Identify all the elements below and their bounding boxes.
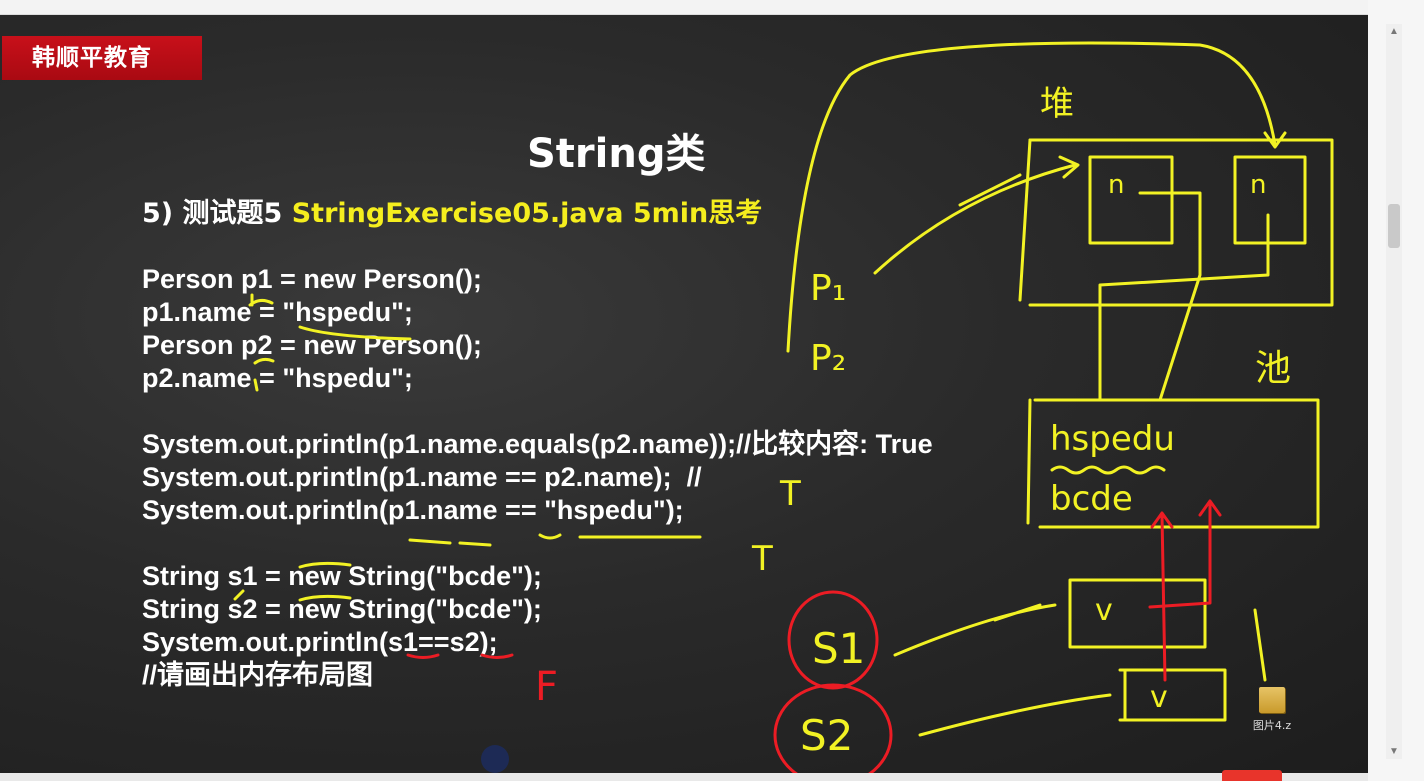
window-top-bar	[0, 0, 1424, 15]
code-line: //请画出内存布局图	[142, 660, 374, 690]
s1-label: S1	[812, 624, 865, 673]
value-field-s1: v	[1095, 593, 1113, 628]
heap-object-p1	[1088, 155, 1174, 245]
answer-t1: T	[779, 474, 801, 514]
scroll-up-icon[interactable]: ▲	[1389, 26, 1399, 37]
slide-canvas: 韩顺平教育 String类 5) 测试题5 StringExercise05.j…	[0, 15, 1368, 773]
pool-box	[1033, 398, 1320, 529]
exercise-heading: 5) 测试题5 StringExercise05.java 5min思考	[142, 191, 762, 230]
folder-icon	[1259, 687, 1285, 713]
code-line: p2.name = "hspedu";	[142, 363, 413, 393]
code-line: String s2 = new String("bcde");	[142, 594, 542, 624]
exercise-time: 5min思考	[632, 198, 763, 229]
code-line: Person p1 = new Person();	[142, 264, 482, 294]
underline-compare	[408, 533, 702, 547]
field-n-1: n	[1108, 170, 1124, 200]
pool-label: 池	[1255, 348, 1291, 389]
exercise-filename: StringExercise05.java	[291, 198, 624, 229]
code-line: p1.name = "hspedu";	[142, 297, 413, 327]
string-object-s2	[1118, 668, 1227, 722]
arrow-s1-to-object	[893, 603, 1057, 657]
code-line: System.out.println(p1.name == p2.name); …	[142, 462, 702, 492]
p2-label: P₂	[810, 338, 846, 379]
vertical-scrollbar[interactable]: ▲ ▼	[1386, 24, 1402, 759]
arrow-p2-to-heap	[786, 41, 1287, 353]
taskbar-indicator[interactable]	[1222, 770, 1282, 781]
heap-box	[1028, 138, 1334, 307]
s2-circle	[773, 683, 893, 773]
arrow-s2-value-to-pool	[1150, 511, 1174, 682]
exercise-number: 5) 测试题5	[142, 198, 292, 229]
s1-circle	[787, 590, 879, 690]
code-line: System.out.println(s1==s2);	[142, 627, 498, 657]
arrow-p1-to-heap	[873, 155, 1080, 275]
answer-t2: T	[751, 539, 773, 579]
code-line: System.out.println(p1.name == "hspedu");	[142, 495, 684, 525]
code-line: String s1 = new String("bcde");	[142, 561, 542, 591]
field-n-2: n	[1250, 170, 1266, 200]
arrow-s1-value-to-pool	[1148, 499, 1222, 609]
value-field-s2: v	[1150, 680, 1168, 715]
pool-value-bcde: bcde	[1050, 479, 1133, 519]
code-line: System.out.println(p1.name.equals(p2.nam…	[142, 429, 933, 459]
p1-label: P₁	[810, 268, 846, 309]
s2-label: S2	[800, 711, 853, 760]
desktop-file-label: 图片4.z	[1252, 719, 1292, 732]
desktop-file[interactable]: 图片4.z	[1252, 687, 1292, 743]
presenter-cursor-icon	[481, 745, 509, 773]
brand-logo: 韩顺平教育	[2, 36, 202, 80]
answer-f: F	[535, 664, 558, 710]
slide-title: String类	[527, 131, 706, 177]
scroll-thumb[interactable]	[1388, 204, 1400, 248]
arrow-s2-to-object	[918, 693, 1112, 737]
scroll-down-icon[interactable]: ▼	[1389, 746, 1399, 757]
heap-label: 堆	[1040, 84, 1074, 124]
code-line: Person p2 = new Person();	[142, 330, 482, 360]
heap-object-p2	[1233, 155, 1307, 245]
bottom-bar	[0, 773, 1368, 781]
pool-value-hspedu: hspedu	[1050, 419, 1175, 459]
string-object-s1	[1068, 578, 1207, 649]
